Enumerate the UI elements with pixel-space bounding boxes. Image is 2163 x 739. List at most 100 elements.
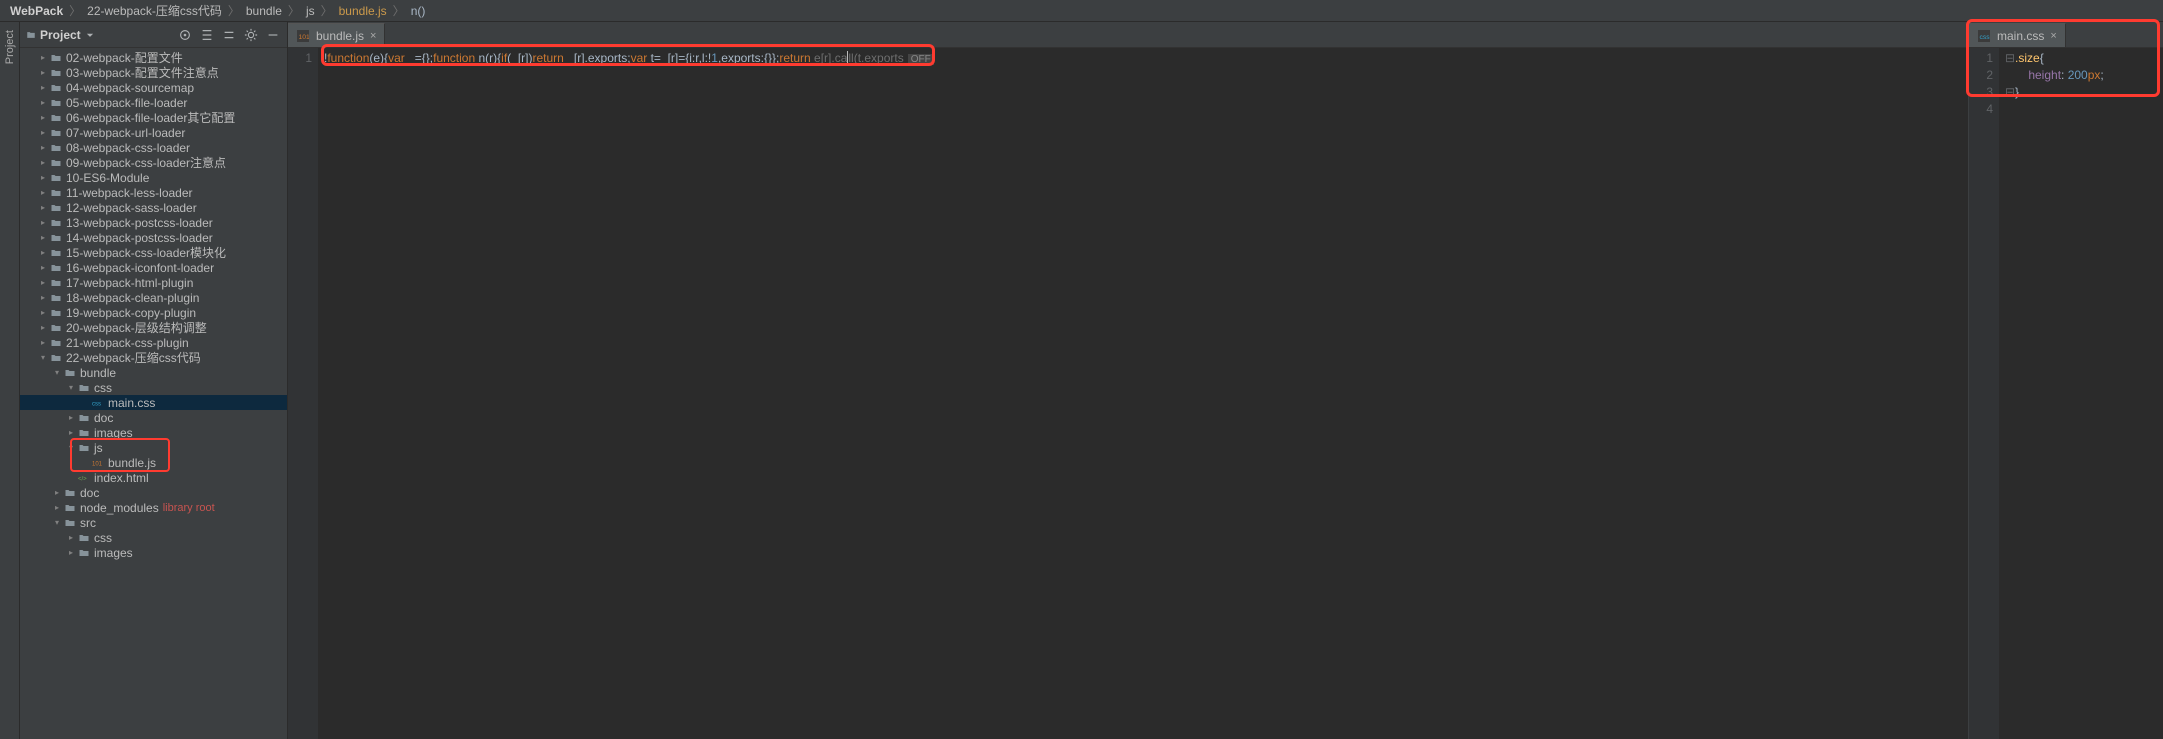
tree-row[interactable]: ▸07-webpack-url-loader [20, 125, 287, 140]
breadcrumb-part[interactable]: 22-webpack-压缩css代码 [83, 2, 226, 19]
chevron-icon[interactable]: ▸ [38, 263, 48, 272]
tree-row[interactable]: </>index.html [20, 470, 287, 485]
editor-pane-right: css main.css × 1 2 3 4 ⊟.size{ height: 2… [1969, 22, 2163, 739]
project-tree[interactable]: ▸02-webpack-配置文件▸03-webpack-配置文件注意点▸04-w… [20, 48, 287, 739]
tree-item-label: 21-webpack-css-plugin [66, 336, 189, 350]
tree-row[interactable]: ▸doc [20, 485, 287, 500]
tree-row[interactable]: ▸08-webpack-css-loader [20, 140, 287, 155]
tree-row[interactable]: ▾src [20, 515, 287, 530]
chevron-icon[interactable]: ▸ [38, 143, 48, 152]
locate-icon[interactable] [177, 27, 193, 43]
soft-wrap-off-badge: OFF [908, 54, 934, 65]
tree-row[interactable]: ▸11-webpack-less-loader [20, 185, 287, 200]
tree-row[interactable]: ▸06-webpack-file-loader其它配置 [20, 110, 287, 125]
tree-row[interactable]: ▾css [20, 380, 287, 395]
chevron-icon[interactable]: ▸ [38, 248, 48, 257]
chevron-icon[interactable]: ▾ [38, 353, 48, 362]
tree-row[interactable]: ▸15-webpack-css-loader模块化 [20, 245, 287, 260]
chevron-icon[interactable]: ▸ [38, 323, 48, 332]
chevron-icon[interactable]: ▸ [38, 188, 48, 197]
tree-row[interactable]: ▸ 16-webpack-iconfont-loader [20, 260, 287, 275]
tree-item-label: 04-webpack-sourcemap [66, 81, 194, 95]
breadcrumb[interactable]: WebPack 〉 22-webpack-压缩css代码 〉 bundle 〉 … [0, 0, 2163, 22]
tree-row[interactable]: ▾bundle [20, 365, 287, 380]
chevron-icon[interactable]: ▸ [38, 128, 48, 137]
chevron-icon[interactable]: ▸ [38, 218, 48, 227]
tree-row[interactable]: ▸10-ES6-Module [20, 170, 287, 185]
chevron-icon[interactable]: ▸ [66, 413, 76, 422]
chevron-icon[interactable]: ▸ [52, 488, 62, 497]
tree-row[interactable]: ▸node_moduleslibrary root [20, 500, 287, 515]
expand-all-icon[interactable] [199, 27, 215, 43]
chevron-icon[interactable]: ▸ [38, 158, 48, 167]
sidebar-tab-project[interactable]: Project [4, 30, 16, 64]
tree-row[interactable]: ▸13-webpack-postcss-loader [20, 215, 287, 230]
tree-item-label: 16-webpack-iconfont-loader [66, 261, 214, 275]
chevron-icon[interactable]: ▸ [38, 98, 48, 107]
tree-row[interactable]: ▾js [20, 440, 287, 455]
code-editor-left[interactable]: 1 !function(e){var _={};function n(r){if… [288, 48, 1968, 739]
tree-row[interactable]: ▸18-webpack-clean-plugin [20, 290, 287, 305]
tree-row[interactable]: ▸03-webpack-配置文件注意点 [20, 65, 287, 80]
tree-item-label: 22-webpack-压缩css代码 [66, 349, 201, 366]
chevron-icon[interactable]: ▸ [38, 233, 48, 242]
chevron-icon[interactable]: ▸ [38, 338, 48, 347]
breadcrumb-part[interactable]: js [302, 4, 319, 18]
chevron-icon[interactable]: ▾ [52, 518, 62, 527]
folder-icon [48, 247, 64, 259]
gear-icon[interactable] [243, 27, 259, 43]
breadcrumb-file[interactable]: bundle.js [335, 4, 391, 18]
tree-row[interactable]: ▸05-webpack-file-loader [20, 95, 287, 110]
code-text[interactable]: ⊟.size{ height: 200px; ⊟} [1999, 48, 2163, 739]
tree-row[interactable]: ▸09-webpack-css-loader注意点 [20, 155, 287, 170]
chevron-icon[interactable]: ▸ [66, 548, 76, 557]
tree-row[interactable]: ▸14-webpack-postcss-loader [20, 230, 287, 245]
hide-icon[interactable] [265, 27, 281, 43]
tree-row[interactable]: cssmain.css [20, 395, 287, 410]
chevron-icon[interactable]: ▾ [52, 368, 62, 377]
chevron-icon[interactable]: ▸ [38, 113, 48, 122]
breadcrumb-root[interactable]: WebPack [6, 4, 67, 18]
code-text[interactable]: !function(e){var _={};function n(r){if(_… [318, 48, 1968, 739]
chevron-icon[interactable]: ▸ [66, 428, 76, 437]
tab-main-css[interactable]: css main.css × [1969, 23, 2066, 47]
tab-bundle-js[interactable]: 101 bundle.js × [288, 23, 385, 47]
tree-row[interactable]: ▸ 21-webpack-css-plugin [20, 335, 287, 350]
chevron-icon[interactable]: ▸ [52, 503, 62, 512]
tree-row[interactable]: ▾ 22-webpack-压缩css代码 [20, 350, 287, 365]
chevron-icon[interactable]: ▸ [38, 83, 48, 92]
tree-row[interactable]: ▸doc [20, 410, 287, 425]
svg-text:css: css [1980, 34, 1991, 41]
tree-row[interactable]: ▸17-webpack-html-plugin [20, 275, 287, 290]
project-panel-title[interactable]: Project [26, 28, 95, 42]
tree-item-label: 20-webpack-层级结构调整 [66, 319, 207, 336]
close-icon[interactable]: × [2050, 30, 2056, 42]
tree-row[interactable]: ▸02-webpack-配置文件 [20, 50, 287, 65]
chevron-icon[interactable]: ▸ [38, 68, 48, 77]
collapse-all-icon[interactable] [221, 27, 237, 43]
chevron-icon[interactable]: ▸ [38, 203, 48, 212]
breadcrumb-symbol[interactable]: n() [407, 4, 430, 18]
tree-row[interactable]: ▸images [20, 425, 287, 440]
chevron-icon[interactable]: ▸ [38, 308, 48, 317]
tree-row[interactable]: ▸ 20-webpack-层级结构调整 [20, 320, 287, 335]
chevron-icon[interactable]: ▾ [66, 383, 76, 392]
tree-item-label: images [94, 546, 133, 560]
close-icon[interactable]: × [370, 30, 376, 42]
chevron-icon[interactable]: ▸ [38, 278, 48, 287]
code-editor-right[interactable]: 1 2 3 4 ⊟.size{ height: 200px; ⊟} [1969, 48, 2163, 739]
chevron-icon[interactable]: ▸ [38, 173, 48, 182]
tree-row[interactable]: ▸ images [20, 545, 287, 560]
editor-pane-left: 101 bundle.js × 1 !function(e){var _={};… [288, 22, 1969, 739]
chevron-icon[interactable]: ▸ [66, 533, 76, 542]
tree-row[interactable]: ▸19-webpack-copy-plugin [20, 305, 287, 320]
chevron-icon[interactable]: ▸ [38, 53, 48, 62]
breadcrumb-part[interactable]: bundle [242, 4, 286, 18]
line-gutter: 1 2 3 4 [1969, 48, 1999, 739]
tree-row[interactable]: 101bundle.js [20, 455, 287, 470]
chevron-icon[interactable]: ▾ [66, 443, 76, 452]
tree-row[interactable]: ▸12-webpack-sass-loader [20, 200, 287, 215]
chevron-icon[interactable]: ▸ [38, 293, 48, 302]
tree-row[interactable]: ▸ 04-webpack-sourcemap [20, 80, 287, 95]
tree-row[interactable]: ▸css [20, 530, 287, 545]
